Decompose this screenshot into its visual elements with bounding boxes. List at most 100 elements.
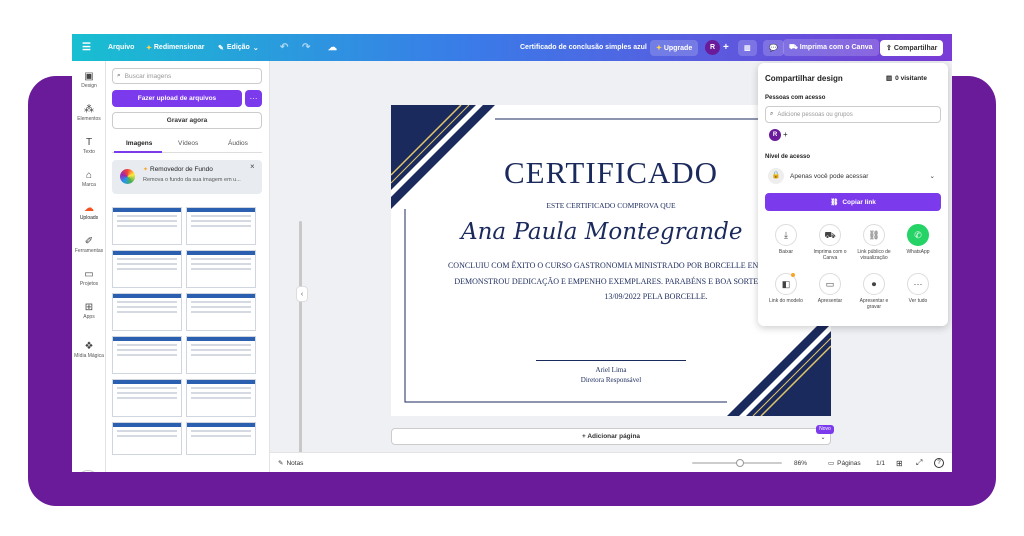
upload-thumbnail[interactable] [112, 207, 182, 245]
share-option-whatsapp[interactable]: ✆ WhatsApp [898, 224, 938, 255]
zoom-slider-handle[interactable] [736, 459, 744, 467]
cloud-saved-icon[interactable]: ☁ [328, 34, 337, 61]
option-label: Link do modelo [769, 298, 803, 304]
tab-imagens[interactable]: Imagens [126, 140, 152, 147]
upload-thumbnail[interactable] [112, 250, 182, 288]
share-option-template-link[interactable]: ◧ Link do modelo [766, 273, 806, 304]
add-collaborator-icon[interactable]: + [723, 34, 729, 61]
rail-item-uploads[interactable]: ☁ Uploads [72, 203, 106, 221]
access-level-dropdown[interactable]: 🔒 Apenas você pode acessar ⌄ [765, 167, 941, 185]
add-people-input[interactable]: ⌕ Adicione pessoas ou grupos [765, 106, 941, 123]
sparkle-icon: ✦ [146, 44, 152, 52]
comment-icon[interactable]: 💬 [763, 39, 784, 56]
avatar[interactable]: R [705, 40, 720, 55]
upload-thumbnail[interactable] [186, 207, 256, 245]
share-option-public-link[interactable]: ⛓ Link público de visualização [854, 224, 894, 261]
option-label: Imprima com o Canva [813, 249, 847, 261]
redo-icon[interactable]: ↷ [302, 34, 310, 61]
background-remover-promo[interactable]: ✦ Removedor de Fundo Remova o fundo da s… [112, 160, 262, 194]
share-button[interactable]: ⇪ Compartilhar [880, 39, 944, 56]
edit-mode-dropdown[interactable]: ✎ Edição ⌄ [218, 34, 259, 61]
rail-label: Mídia Mágica [74, 353, 104, 359]
upload-more-button[interactable]: ··· [245, 90, 262, 107]
magic-assistant-icon[interactable]: ✦ [77, 470, 99, 472]
link-icon: ⛓ [863, 224, 885, 246]
copy-link-button[interactable]: ⛓ Copiar link [765, 193, 941, 211]
page-counter[interactable]: 1/1 [876, 453, 885, 472]
share-icon: ⇪ [886, 44, 892, 52]
chevron-down-icon[interactable]: ⌄ [817, 434, 829, 444]
close-icon[interactable]: × [250, 162, 255, 171]
shapes-icon: ⁂ [84, 104, 94, 115]
pages-icon: ▭ [828, 460, 835, 467]
rail-item-marca[interactable]: ⌂ Marca [72, 170, 106, 188]
share-option-present-record[interactable]: ⏺ Apresentar e gravar [854, 273, 894, 310]
print-with-canva-button[interactable]: ⛟ Imprima com o Canva [783, 39, 879, 56]
arquivo-menu[interactable]: Arquivo [108, 34, 134, 61]
upload-thumbnail[interactable] [112, 293, 182, 331]
tab-audios[interactable]: Áudios [228, 140, 248, 147]
pages-label: Páginas [837, 459, 861, 467]
rail-item-design[interactable]: ▣ Design [72, 71, 106, 89]
panel-scrollbar[interactable] [299, 221, 302, 471]
upload-thumbnail[interactable] [186, 250, 256, 288]
bar-chart-icon: ▥ [886, 75, 893, 82]
cloud-upload-icon: ☁ [84, 203, 94, 214]
collapse-panel-icon[interactable]: ‹ [296, 286, 308, 302]
new-badge: Novo [816, 425, 834, 434]
fullscreen-icon[interactable]: ⤢ [916, 453, 922, 472]
tab-videos[interactable]: Vídeos [178, 140, 198, 147]
resize-label: Redimensionar [153, 44, 205, 51]
rail-item-apps[interactable]: ⊞ Apps [72, 302, 106, 320]
rail-item-midia-magica[interactable]: ❖ Mídia Mágica [72, 341, 106, 359]
record-now-button[interactable]: Gravar agora [112, 112, 262, 129]
notes-button[interactable]: ✎ Notas [278, 453, 303, 472]
signature-line [536, 360, 686, 361]
rail-item-texto[interactable]: T Texto [72, 137, 106, 155]
analytics-icon[interactable]: ▥ [738, 39, 757, 56]
promo-title: Removedor de Fundo [150, 166, 213, 173]
option-label: Link público de visualização [857, 249, 891, 261]
add-person-icon[interactable]: + [783, 130, 788, 139]
rail-item-projetos[interactable]: ▭ Projetos [72, 269, 106, 287]
search-icon: ⌕ [770, 111, 774, 117]
signer-role[interactable]: Diretora Responsável [391, 376, 831, 384]
search-input[interactable]: ⌕ Buscar imagens [112, 68, 262, 84]
upgrade-button[interactable]: ✦ Upgrade [650, 39, 699, 56]
upload-thumbnail[interactable] [112, 422, 182, 455]
truck-icon: ⛟ [789, 44, 798, 51]
rail-item-elementos[interactable]: ⁂ Elementos [72, 104, 106, 122]
download-icon: ⤓ [775, 224, 797, 246]
upload-thumbnail[interactable] [186, 336, 256, 374]
edit-mode-label: Edição [226, 44, 250, 51]
rail-label: Ferramentas [74, 248, 104, 254]
add-page-button[interactable]: + Adicionar página [391, 428, 831, 445]
upload-files-button[interactable]: Fazer upload de arquivos [112, 90, 242, 107]
resize-button[interactable]: ✦ Redimensionar [146, 34, 204, 61]
undo-icon[interactable]: ↶ [280, 34, 288, 61]
upload-thumbnail[interactable] [186, 379, 256, 417]
chevron-down-icon: ⌄ [252, 44, 259, 52]
visitors-counter[interactable]: ▥ 0 visitante [886, 74, 927, 82]
pages-button[interactable]: ▭ Páginas [828, 453, 861, 472]
hamburger-icon[interactable]: ☰ [82, 34, 91, 61]
grid-view-icon[interactable]: ⊞ [896, 453, 903, 472]
help-icon[interactable]: ? [934, 458, 944, 468]
share-option-print[interactable]: ⛟ Imprima com o Canva [810, 224, 850, 261]
share-option-download[interactable]: ⤓ Baixar [766, 224, 806, 255]
upload-thumbnail[interactable] [112, 379, 182, 417]
share-option-present[interactable]: ▭ Apresentar [810, 273, 850, 304]
whatsapp-icon: ✆ [907, 224, 929, 246]
rail-label: Projetos [79, 281, 99, 287]
share-option-see-all[interactable]: ··· Ver tudo [898, 273, 938, 304]
upload-thumbnail[interactable] [112, 336, 182, 374]
upload-thumbnail[interactable] [186, 422, 256, 455]
zoom-level[interactable]: 86% [794, 453, 807, 472]
document-title[interactable]: Certificado de conclusão simples azul [520, 34, 647, 61]
recipient-name[interactable]: Ana Paula Montegrande [461, 219, 742, 245]
signer-name[interactable]: Ariel Lima [391, 366, 831, 374]
rail-item-ferramentas[interactable]: ✐ Ferramentas [72, 236, 106, 254]
upload-thumbnail[interactable] [186, 293, 256, 331]
collaborator-avatar[interactable]: R [769, 129, 781, 141]
search-icon: ⌕ [117, 72, 121, 79]
